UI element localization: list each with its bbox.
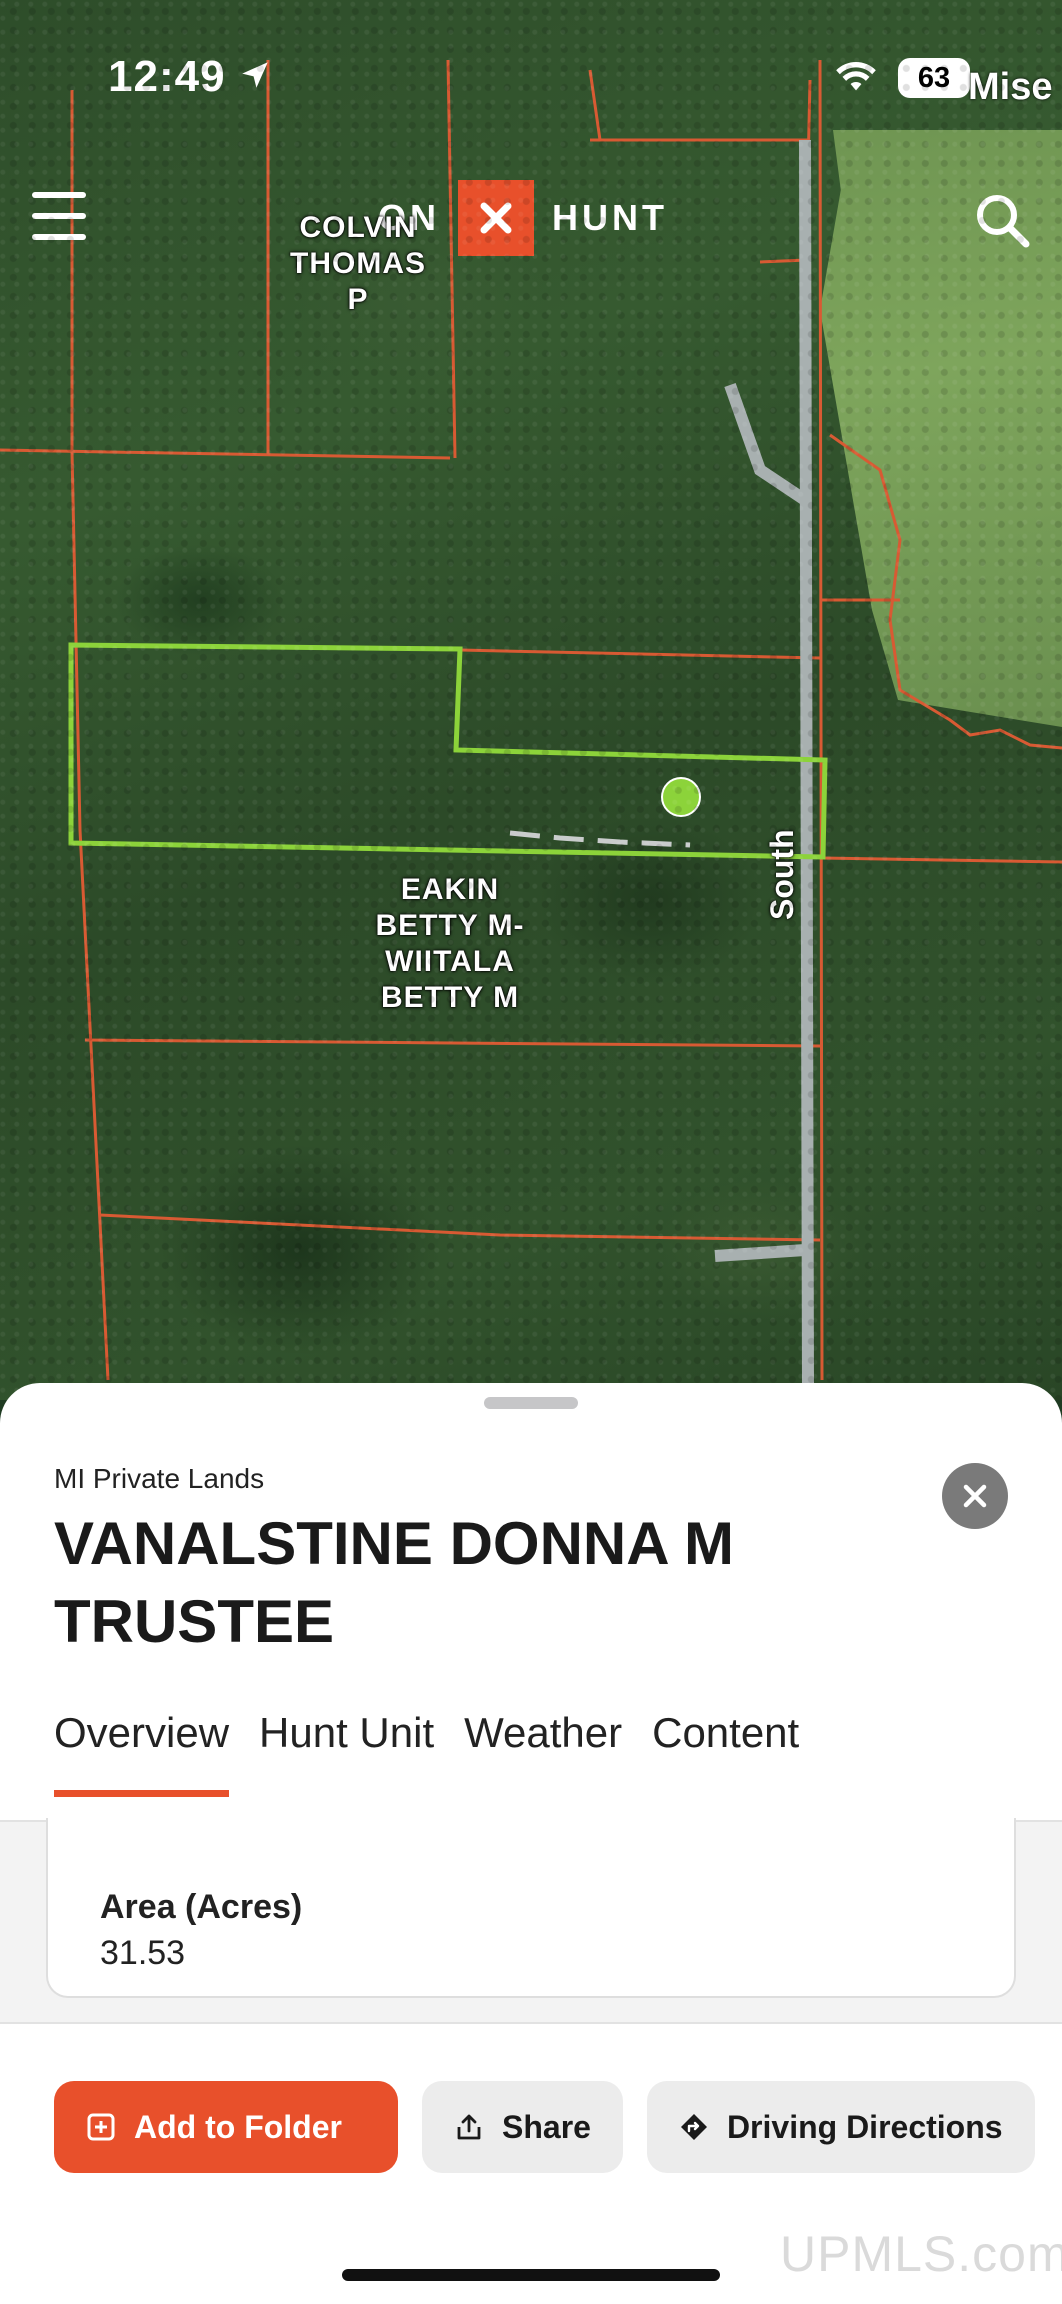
search-icon[interactable] (972, 190, 1032, 250)
parcel-owner-line: EAKIN (400, 873, 500, 906)
directions-icon (680, 2114, 707, 2140)
add-to-folder-label: Add to Folder (134, 2108, 342, 2145)
boundary-line (829, 433, 1062, 750)
action-buttons: Add to Folder Share Driving Directions (54, 2081, 1035, 2173)
boundary-line (0, 448, 451, 460)
parcel-owner-line: BETTY M (380, 981, 520, 1014)
location-arrow-icon (242, 62, 268, 88)
track-line (509, 830, 691, 848)
logo-x-icon (458, 180, 534, 256)
watermark: UPMLS.com (780, 2226, 1062, 2282)
area-card: Area (Acres) 31.53 (46, 1818, 1016, 1998)
road-label: South (764, 829, 800, 920)
status-time: 12:49 (108, 52, 226, 101)
selected-parcel-outline (68, 642, 828, 860)
share-button[interactable]: Share (422, 2081, 623, 2173)
road-line (799, 139, 814, 1391)
boundary-line (99, 1213, 821, 1242)
parcel-owner-line: COLVIN (299, 211, 417, 244)
driving-directions-label: Driving Directions (726, 2108, 1003, 2145)
share-icon (457, 2114, 481, 2140)
map-place-label: Mise (968, 66, 1053, 108)
logo-text-right: HUNT (552, 197, 668, 238)
boundary-line (459, 648, 821, 660)
area-label: Area (Acres) (100, 1888, 303, 1926)
parcel-owner-label[interactable]: COLVIN THOMAS P (278, 210, 438, 318)
parcel-owner-line: THOMAS (290, 247, 426, 280)
tab-hunt-unit[interactable]: Hunt Unit (259, 1703, 434, 1793)
parcel-owner-title: VANALSTINE DONNA M TRUSTEE (54, 1510, 734, 1655)
detail-tabs: Overview Hunt Unit Weather Content (54, 1703, 799, 1797)
battery-indicator: 63 (898, 58, 970, 98)
road-line (724, 383, 809, 505)
home-indicator (342, 2269, 720, 2281)
boundary-line (821, 856, 1062, 864)
tab-overview[interactable]: Overview (54, 1703, 230, 1797)
overview-content: Area (Acres) 31.53 (0, 1818, 1062, 2024)
driving-directions-button[interactable]: Driving Directions (646, 2081, 1035, 2173)
sheet-grabber[interactable] (484, 1397, 578, 1409)
boundary-line (446, 59, 457, 459)
close-button[interactable] (942, 1463, 1008, 1529)
parcel-details-sheet: MI Private Lands VANALSTINE DONNA M TRUS… (0, 1383, 1062, 2304)
road-line (714, 1244, 806, 1262)
add-to-folder-button[interactable]: Add to Folder (54, 2081, 398, 2173)
parcel-owner-line: BETTY M- (375, 909, 525, 942)
parcel-owner-label[interactable]: EAKIN BETTY M- WIITALA BETTY M (350, 872, 550, 1016)
map-view[interactable]: 12:49 63 Mise ON HUNT COLVIN THOMAS P EA… (0, 0, 1062, 1400)
boundary-line (70, 451, 110, 1381)
hamburger-menu-icon[interactable] (32, 192, 86, 242)
close-icon (963, 1484, 987, 1508)
location-pin[interactable] (661, 777, 701, 817)
boundary-line (84, 1038, 821, 1048)
parcel-owner-line: P (347, 283, 369, 316)
share-label: Share (502, 2108, 591, 2145)
tab-weather[interactable]: Weather (464, 1703, 622, 1793)
tab-content[interactable]: Content (652, 1703, 799, 1793)
land-type-label: MI Private Lands (54, 1463, 265, 1494)
status-bar: 12:49 63 Mise (0, 0, 1062, 110)
add-folder-icon (87, 2113, 115, 2141)
wifi-icon (836, 61, 876, 91)
boundary-line (818, 59, 824, 1381)
area-value: 31.53 (100, 1934, 186, 1972)
parcel-owner-line: WIITALA (385, 945, 515, 978)
